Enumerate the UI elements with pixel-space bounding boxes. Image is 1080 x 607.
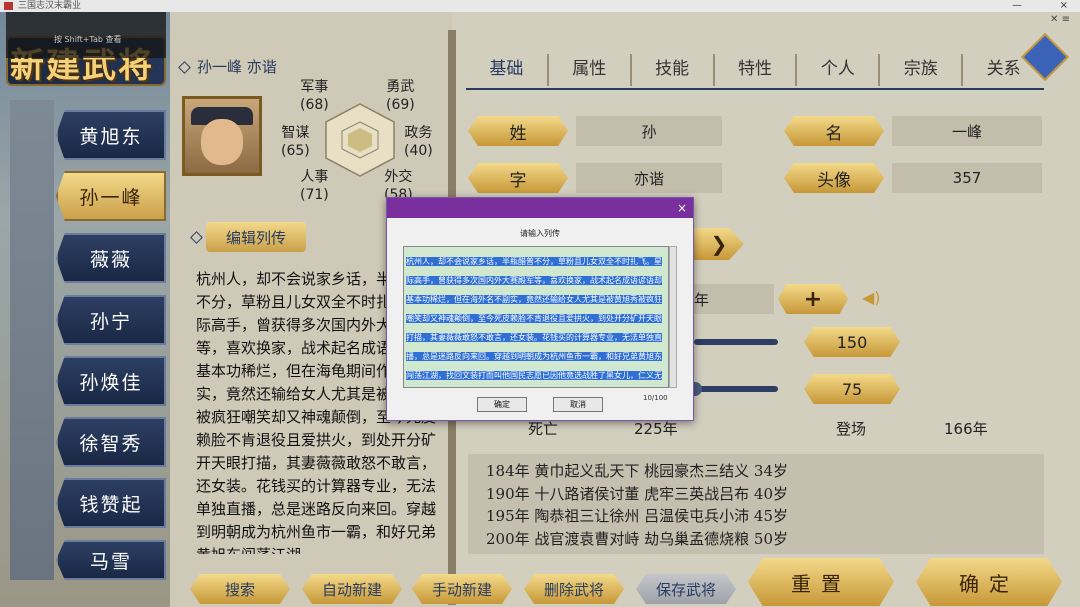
dialog-titlebar: × — [387, 198, 693, 218]
bio-textarea-selected-text: 杭州人，却不会说家乡话，半瓶醋普不分，草粉且儿女双全不时扎飞。星际高手，曾获得多… — [406, 257, 662, 387]
events-list: 184年 黄巾起义乱天下 桃园豪杰三结义 34岁 190年 十八路诸侯讨董 虎牢… — [468, 454, 1044, 554]
window-title: 三国志汉末霸业 — [18, 1, 82, 11]
overlay-hint-text: 按 Shift+Tab 查看 — [54, 35, 122, 44]
left-scroll-decor — [10, 100, 54, 580]
menu-icon[interactable]: ≡ — [1062, 14, 1070, 25]
death-value: 225年 — [634, 420, 678, 438]
tab-attributes[interactable]: 属性 — [549, 54, 632, 86]
bio-textarea[interactable]: 杭州人，却不会说家乡话，半瓶醋普不分，草粉且儿女双全不时扎飞。星际高手，曾获得多… — [403, 246, 669, 388]
stat-value: (71) — [300, 187, 329, 203]
char-count: 10/100 — [643, 394, 668, 402]
sidebar-item[interactable]: 孙宁 — [56, 295, 166, 345]
reset-button[interactable]: 重置 — [748, 558, 894, 606]
stat-label: 人事 — [300, 169, 329, 185]
death-label: 死亡 — [528, 420, 559, 438]
surname-field[interactable]: 孙 — [576, 116, 722, 146]
window-titlebar: 三国志汉末霸业 — × — [0, 0, 1080, 12]
given-name-label: 名 — [784, 116, 884, 146]
overlay-hint: 按 Shift+Tab 查看 — [6, 12, 166, 58]
slider-2[interactable] — [694, 386, 778, 392]
surname-label: 姓 — [468, 116, 568, 146]
event-item: 200年 战官渡袁曹对峙 劫乌巢孟德烧粮 50岁 — [486, 529, 789, 548]
stat-military: 军事 (68) — [300, 78, 329, 114]
edit-bio-button[interactable]: 编辑列传 — [206, 222, 306, 252]
stat-politics: 政务 (40) — [404, 124, 433, 160]
event-item: 184年 黄巾起义乱天下 桃园豪杰三结义 34岁 — [486, 462, 789, 480]
stat-value: (40) — [404, 143, 433, 159]
stat-label: 勇武 — [386, 79, 415, 95]
tab-bar: 基础 属性 技能 特性 个人 宗族 关系 — [466, 54, 1044, 86]
auto-create-button[interactable]: 自动新建 — [302, 574, 402, 604]
search-button[interactable]: 搜索 — [190, 574, 290, 604]
character-portrait[interactable] — [182, 96, 262, 176]
speaker-icon[interactable]: ◀) — [862, 288, 881, 307]
tab-traits[interactable]: 特性 — [715, 54, 798, 86]
close-icon[interactable]: × — [677, 200, 687, 216]
tab-basic[interactable]: 基础 — [466, 54, 549, 86]
sidebar-item[interactable]: 孙焕佳 — [56, 356, 166, 406]
dialog-cancel-button[interactable]: 取消 — [553, 397, 603, 412]
character-name-text: 孙一峰 亦谐 — [197, 58, 277, 76]
app-icon — [4, 2, 13, 10]
event-item: 195年 陶恭祖三让徐州 吕温侯屯兵小沛 45岁 — [486, 507, 789, 525]
stat-label: 智谋 — [281, 125, 310, 141]
sidebar-item[interactable]: 徐智秀 — [56, 417, 166, 467]
tab-underline — [466, 88, 1044, 90]
year-field[interactable]: 年 — [694, 284, 774, 314]
tab-personal[interactable]: 个人 — [797, 54, 881, 86]
year-suffix: 年 — [694, 290, 710, 309]
tab-clan[interactable]: 宗族 — [880, 54, 964, 86]
portrait-label: 头像 — [784, 163, 884, 193]
stat-value: (65) — [281, 143, 310, 159]
stat-label: 军事 — [300, 79, 329, 95]
slider-2-value: 75 — [804, 374, 900, 404]
close-window-icon[interactable]: × — [1060, 0, 1068, 12]
stat-label: 政务 — [404, 125, 433, 141]
stat-valor: 勇武 (69) — [386, 78, 415, 114]
sidebar-item-active[interactable]: 孙一峰 — [56, 171, 166, 221]
stat-label: 外交 — [384, 169, 413, 185]
delete-button[interactable]: 删除武将 — [524, 574, 624, 604]
manual-create-button[interactable]: 手动新建 — [412, 574, 512, 604]
bio-input-dialog: × 请输入列传 杭州人，却不会说家乡话，半瓶醋普不分，草粉且儿女双全不时扎飞。星… — [386, 197, 694, 421]
portrait-face — [201, 119, 243, 165]
dialog-ok-button[interactable]: 确定 — [477, 397, 527, 412]
debut-label: 登场 — [836, 420, 867, 438]
diamond-icon — [178, 61, 191, 74]
stat-intellect: 智谋 (65) — [281, 124, 310, 160]
event-item: 190年 十八路诸侯讨董 虎牢三英战吕布 40岁 — [486, 484, 789, 503]
game-screen: 三国志汉末霸业 — × 新建武将 按 Shift+Tab 查看 ✕ ≡ 黄旭东 … — [0, 0, 1080, 607]
textarea-scrollbar[interactable] — [669, 246, 677, 388]
dialog-prompt: 请输入列传 — [520, 229, 560, 238]
given-name-field[interactable]: 一峰 — [892, 116, 1042, 146]
courtesy-name-field[interactable]: 亦谐 — [576, 163, 722, 193]
sidebar-item[interactable]: 马雪 — [56, 540, 166, 580]
tab-skills[interactable]: 技能 — [632, 54, 715, 86]
sidebar-item[interactable]: 薇薇 — [56, 233, 166, 283]
settings-icon[interactable]: ✕ — [1050, 14, 1058, 25]
confirm-button[interactable]: 确定 — [916, 558, 1062, 606]
stat-personnel: 人事 (71) — [300, 168, 329, 204]
minimize-icon[interactable]: — — [1012, 0, 1022, 12]
top-right-icons: ✕ ≡ — [1050, 14, 1070, 25]
stat-value: (68) — [300, 97, 329, 113]
sidebar-item[interactable]: 钱赞起 — [56, 478, 166, 528]
courtesy-name-label: 字 — [468, 163, 568, 193]
slider-1[interactable] — [694, 339, 778, 345]
sidebar-item[interactable]: 黄旭东 — [56, 110, 166, 160]
debut-value: 166年 — [944, 420, 988, 438]
save-button[interactable]: 保存武将 — [636, 574, 736, 604]
stat-value: (69) — [386, 97, 415, 113]
portrait-id-field[interactable]: 357 — [892, 163, 1042, 193]
character-name: 孙一峰 亦谐 — [178, 56, 277, 77]
slider-1-value: 150 — [804, 327, 900, 357]
plus-button[interactable]: + — [778, 284, 848, 314]
